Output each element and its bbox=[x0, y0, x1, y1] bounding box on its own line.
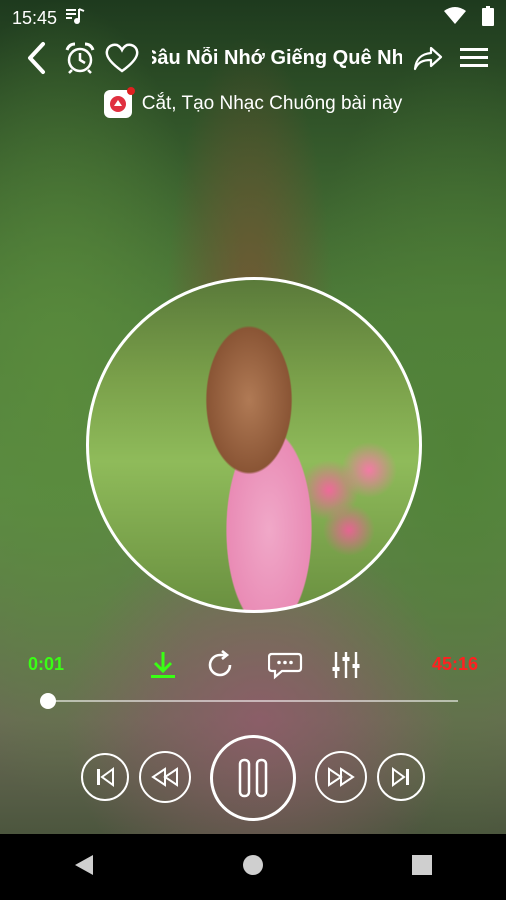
ringtone-link[interactable]: Cắt, Tạo Nhạc Chuông bài này bbox=[0, 86, 506, 122]
controls-row: 0:01 45:16 bbox=[0, 646, 506, 684]
seek-thumb[interactable] bbox=[40, 693, 56, 709]
menu-icon bbox=[460, 48, 488, 67]
download-icon bbox=[151, 652, 175, 678]
player-header: Sâu Nỗi Nhớ Giếng Quê Nhà bbox=[0, 36, 506, 80]
song-title-marquee: Sâu Nỗi Nhớ Giếng Quê Nhà bbox=[152, 47, 402, 70]
favorite-button[interactable] bbox=[100, 42, 144, 74]
nav-back-icon bbox=[75, 854, 93, 875]
battery-icon bbox=[482, 5, 494, 31]
duration-time: 45:16 bbox=[431, 654, 478, 674]
status-time: 15:45 bbox=[12, 7, 58, 28]
seek-bar[interactable] bbox=[40, 693, 458, 709]
comment-button[interactable] bbox=[268, 648, 304, 682]
alarm-icon bbox=[65, 42, 95, 74]
album-art bbox=[86, 277, 422, 613]
system-navigation-bar bbox=[0, 834, 506, 900]
ringtone-label: Cắt, Tạo Nhạc Chuông bài này bbox=[141, 93, 403, 114]
nav-home-icon bbox=[243, 854, 263, 875]
nav-recents-icon bbox=[412, 854, 432, 875]
previous-icon bbox=[97, 767, 114, 787]
nav-home-button[interactable] bbox=[241, 853, 265, 882]
current-time: 0:01 bbox=[28, 654, 65, 674]
next-button[interactable] bbox=[377, 753, 425, 801]
alarm-button[interactable] bbox=[60, 41, 100, 75]
wifi-icon bbox=[444, 6, 466, 30]
pause-icon bbox=[238, 758, 268, 798]
menu-button[interactable] bbox=[454, 47, 494, 69]
heart-icon bbox=[105, 43, 139, 73]
playback-controls bbox=[0, 730, 506, 824]
music-notification-icon bbox=[65, 7, 85, 30]
comment-icon bbox=[268, 652, 303, 680]
back-button[interactable] bbox=[14, 41, 60, 75]
fast-forward-button[interactable] bbox=[315, 751, 367, 803]
nav-recents-button[interactable] bbox=[411, 854, 433, 881]
share-button[interactable] bbox=[410, 45, 446, 71]
repeat-icon bbox=[208, 649, 232, 677]
song-title: Sâu Nỗi Nhớ Giếng Quê Nhà bbox=[152, 46, 402, 69]
nav-back-button[interactable] bbox=[73, 853, 95, 882]
next-icon bbox=[392, 767, 409, 787]
rewind-icon bbox=[151, 767, 178, 787]
rewind-button[interactable] bbox=[139, 751, 191, 803]
repeat-button[interactable] bbox=[202, 648, 238, 682]
pause-button[interactable] bbox=[210, 735, 296, 821]
previous-button[interactable] bbox=[81, 753, 129, 801]
equalizer-button[interactable] bbox=[328, 648, 364, 682]
share-icon bbox=[413, 46, 443, 71]
download-button[interactable] bbox=[145, 648, 181, 682]
back-icon bbox=[28, 42, 45, 74]
ringtone-icon bbox=[103, 87, 135, 118]
status-bar: 15:45 bbox=[0, 0, 506, 36]
equalizer-icon bbox=[332, 652, 360, 678]
fast-forward-icon bbox=[328, 767, 355, 787]
